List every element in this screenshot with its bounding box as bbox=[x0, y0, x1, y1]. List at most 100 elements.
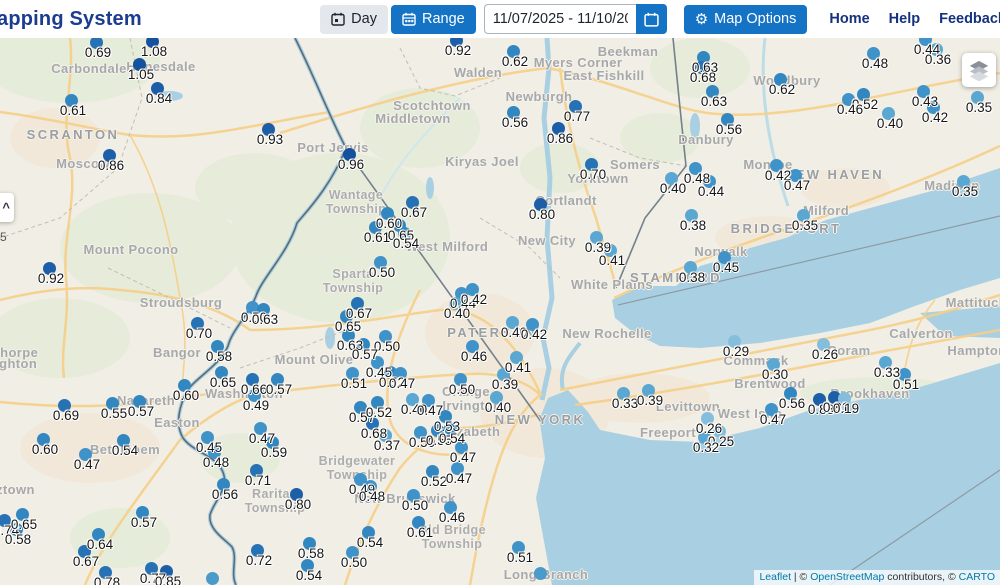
station-dot[interactable] bbox=[506, 316, 519, 329]
collapsed-panel-toggle[interactable]: ^ bbox=[0, 193, 14, 222]
leaflet-link[interactable]: Leaflet bbox=[759, 571, 791, 583]
station-dot[interactable] bbox=[665, 172, 678, 185]
station-dot[interactable] bbox=[406, 196, 419, 209]
station-dot[interactable] bbox=[178, 379, 191, 392]
station-dot[interactable] bbox=[439, 410, 452, 423]
station-dot[interactable] bbox=[354, 401, 367, 414]
station-dot[interactable] bbox=[765, 403, 778, 416]
station-dot[interactable] bbox=[103, 149, 116, 162]
station-dot[interactable] bbox=[444, 501, 457, 514]
station-dot[interactable] bbox=[208, 446, 221, 459]
station-dot[interactable] bbox=[78, 545, 91, 558]
station-dot[interactable] bbox=[898, 368, 911, 381]
station-dot[interactable] bbox=[362, 526, 375, 539]
station-dot[interactable] bbox=[466, 340, 479, 353]
station-dot[interactable] bbox=[927, 101, 940, 114]
station-dot[interactable] bbox=[271, 373, 284, 386]
station-dot[interactable] bbox=[151, 82, 164, 95]
station-dot[interactable] bbox=[490, 391, 503, 404]
station-dot[interactable] bbox=[346, 367, 359, 380]
station-dot[interactable] bbox=[379, 330, 392, 343]
station-dot[interactable] bbox=[642, 384, 655, 397]
range-view-button[interactable]: Range bbox=[391, 5, 476, 34]
station-dot[interactable] bbox=[703, 175, 716, 188]
station-dot[interactable] bbox=[701, 412, 714, 425]
nav-home-link[interactable]: Home bbox=[829, 11, 869, 27]
carto-link[interactable]: CARTO bbox=[959, 571, 995, 583]
station-dot[interactable] bbox=[206, 572, 219, 585]
station-dot[interactable] bbox=[879, 356, 892, 369]
date-range-input[interactable] bbox=[484, 4, 636, 34]
station-dot[interactable] bbox=[10, 523, 23, 536]
station-dot[interactable] bbox=[251, 544, 264, 557]
station-dot[interactable] bbox=[842, 93, 855, 106]
station-dot[interactable] bbox=[342, 329, 355, 342]
station-dot[interactable] bbox=[290, 488, 303, 501]
station-dot[interactable] bbox=[369, 221, 382, 234]
station-dot[interactable] bbox=[534, 198, 547, 211]
station-dot[interactable] bbox=[813, 393, 826, 406]
station-dot[interactable] bbox=[455, 441, 468, 454]
station-dot[interactable] bbox=[919, 38, 932, 46]
station-dot[interactable] bbox=[867, 47, 880, 60]
station-dot[interactable] bbox=[838, 392, 851, 405]
layers-control-button[interactable] bbox=[962, 53, 996, 87]
station-dot[interactable] bbox=[0, 514, 11, 527]
station-dot[interactable] bbox=[426, 465, 439, 478]
station-dot[interactable] bbox=[248, 389, 261, 402]
station-dot[interactable] bbox=[191, 317, 204, 330]
station-dot[interactable] bbox=[266, 436, 279, 449]
station-dot[interactable] bbox=[136, 506, 149, 519]
station-dot[interactable] bbox=[371, 396, 384, 409]
map-viewport[interactable]: SCRANTONCarbondaleHonesdaleMoscowMount P… bbox=[0, 38, 1000, 585]
station-dot[interactable] bbox=[784, 387, 797, 400]
station-dot[interactable] bbox=[695, 61, 708, 74]
station-dot[interactable] bbox=[371, 356, 384, 369]
station-dot[interactable] bbox=[351, 297, 364, 310]
station-dot[interactable] bbox=[767, 358, 780, 371]
osm-link[interactable]: OpenStreetMap bbox=[810, 571, 884, 583]
station-dot[interactable] bbox=[497, 368, 510, 381]
station-dot[interactable] bbox=[510, 351, 523, 364]
nav-help-link[interactable]: Help bbox=[889, 11, 920, 27]
station-dot[interactable] bbox=[422, 394, 435, 407]
station-dot[interactable] bbox=[16, 508, 29, 521]
station-dot[interactable] bbox=[857, 88, 870, 101]
station-dot[interactable] bbox=[106, 397, 119, 410]
station-dot[interactable] bbox=[604, 244, 617, 257]
station-dot[interactable] bbox=[706, 85, 719, 98]
station-dot[interactable] bbox=[466, 283, 479, 296]
station-dot[interactable] bbox=[407, 489, 420, 502]
date-picker-button[interactable] bbox=[636, 4, 667, 34]
station-dot[interactable] bbox=[718, 251, 731, 264]
station-dot[interactable] bbox=[698, 431, 711, 444]
station-dot[interactable] bbox=[201, 431, 214, 444]
station-dot[interactable] bbox=[254, 422, 267, 435]
station-dot[interactable] bbox=[160, 565, 173, 578]
nav-feedback-link[interactable]: Feedback bbox=[939, 11, 1000, 27]
station-dot[interactable] bbox=[917, 85, 930, 98]
map-options-button[interactable]: ⚙ Map Options bbox=[684, 5, 808, 34]
station-dot[interactable] bbox=[721, 113, 734, 126]
station-dot[interactable] bbox=[507, 106, 520, 119]
station-dot[interactable] bbox=[250, 464, 263, 477]
station-dot[interactable] bbox=[957, 175, 970, 188]
station-dot[interactable] bbox=[246, 373, 259, 386]
station-dot[interactable] bbox=[90, 38, 103, 49]
station-dot[interactable] bbox=[882, 107, 895, 120]
station-dot[interactable] bbox=[117, 434, 130, 447]
station-dot[interactable] bbox=[346, 546, 359, 559]
station-dot[interactable] bbox=[534, 567, 547, 580]
station-dot[interactable] bbox=[454, 373, 467, 386]
station-dot[interactable] bbox=[133, 58, 146, 71]
station-dot[interactable] bbox=[685, 209, 698, 222]
station-dot[interactable] bbox=[366, 417, 379, 430]
station-dot[interactable] bbox=[684, 261, 697, 274]
station-dot[interactable] bbox=[590, 231, 603, 244]
station-dot[interactable] bbox=[364, 480, 377, 493]
station-dot[interactable] bbox=[343, 148, 356, 161]
station-dot[interactable] bbox=[431, 424, 444, 437]
station-dot[interactable] bbox=[65, 94, 78, 107]
station-dot[interactable] bbox=[58, 399, 71, 412]
station-dot[interactable] bbox=[406, 393, 419, 406]
